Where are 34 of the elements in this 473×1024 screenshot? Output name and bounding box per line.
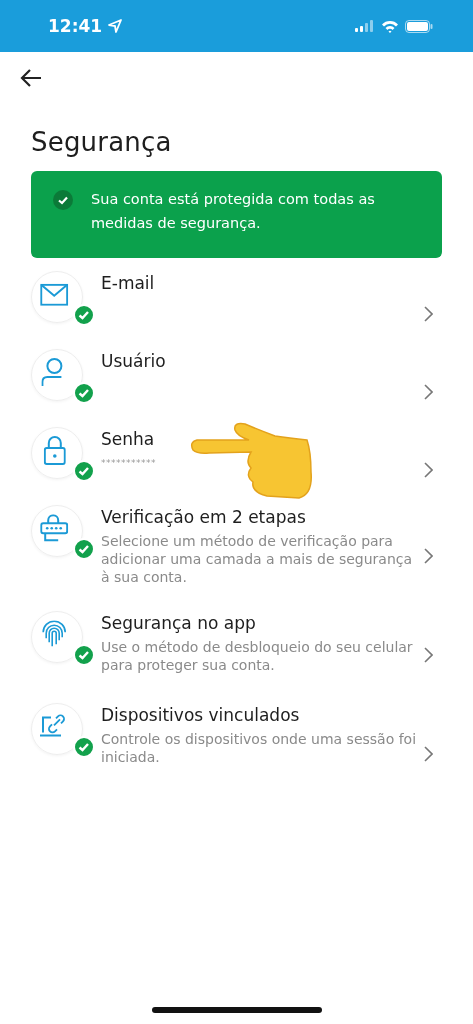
option-title: E-mail <box>101 272 156 294</box>
chevron-icon <box>424 647 433 663</box>
option-title: Verificação em 2 etapas <box>101 506 307 528</box>
option-title: Senha <box>101 428 156 450</box>
chevron-icon <box>424 384 433 400</box>
locked-keypad-icon <box>40 514 69 543</box>
chevron-icon <box>424 462 433 478</box>
security-option[interactable]: E-mail <box>0 272 473 350</box>
back-button[interactable] <box>20 69 42 89</box>
fingerprint-icon <box>40 620 69 649</box>
option-description: Selecione um método de verificação para adicionar uma camada a mais de segurança à sua conta. <box>101 532 414 586</box>
security-option[interactable]: Segurança no app Use o método de desbloqueio do seu celular para proteger sua conta. <box>0 612 473 704</box>
signal-icon <box>355 20 375 32</box>
envelope-icon <box>40 283 69 306</box>
padlock-icon <box>43 435 66 465</box>
location-icon <box>108 19 123 33</box>
chevron-icon <box>424 746 433 762</box>
page-title: Segurança <box>31 127 173 157</box>
option-title: Segurança no app <box>101 612 257 634</box>
chevron-icon <box>424 548 433 564</box>
pointing-hand-icon <box>189 422 313 500</box>
security-option[interactable]: Dispositivos vinculados Controle os dispositivos onde uma sessão foi iniciada. <box>0 704 473 810</box>
option-title: Usuário <box>101 350 167 372</box>
status-time: 12:41 <box>48 16 103 36</box>
option-description: Use o método de desbloqueio do seu celular para proteger sua conta. <box>101 638 414 674</box>
banner-text: Sua conta está protegida com todas as medidas de segurança. <box>91 190 376 233</box>
wifi-icon <box>381 19 399 33</box>
option-title: Dispositivos vinculados <box>101 704 301 726</box>
option-description: *********** <box>101 458 157 468</box>
option-description: Controle os dispositivos onde uma sessão foi iniciada. <box>101 730 418 766</box>
chevron-icon <box>424 306 433 322</box>
battery-icon <box>405 19 433 33</box>
security-option[interactable]: Usuário <box>0 350 473 428</box>
security-option[interactable]: Verificação em 2 etapas Selecione um método de verificação para adicionar uma camada a mais de segurança à sua conta. <box>0 506 473 612</box>
